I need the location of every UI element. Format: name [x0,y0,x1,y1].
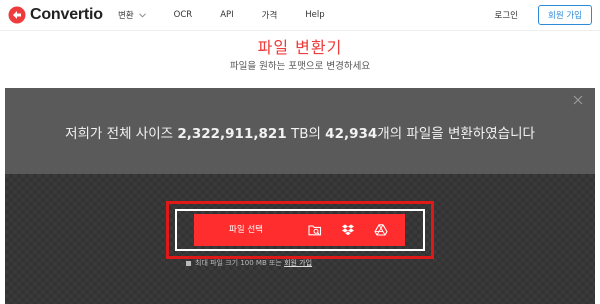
nav-item-label: API [220,10,234,20]
convertio-logo-icon [8,6,26,24]
choose-files-label: 파일 선택 [229,225,263,235]
nav-item-convert[interactable]: 변환 [118,9,146,21]
upload-panel: 저희가 전체 사이즈 2,322,911,821 TB의 42,934개의 파일… [5,88,595,304]
top-navbar: Convertio 변환 OCR API 가격 Help 로그인 회원 가입 [0,0,600,31]
nav-item-ocr[interactable]: OCR [174,10,193,20]
stats-size-unit: TB의 [286,126,326,142]
signup-link[interactable]: 회원 가입 [284,259,312,267]
conversion-stats: 저희가 전체 사이즈 2,322,911,821 TB의 42,934개의 파일… [5,122,595,142]
file-size-note-text: 최대 파일 크기 100 MB 또는 [195,259,285,267]
file-size-note: 최대 파일 크기 100 MB 또는 회원 가입 [186,258,312,268]
login-link[interactable]: 로그인 [495,9,518,21]
nav-item-label: Help [305,10,325,20]
close-icon[interactable] [573,95,583,105]
info-icon [186,260,191,266]
nav-item-label: 가격 [261,11,278,21]
dropbox-icon[interactable] [341,223,355,237]
folder-search-icon[interactable] [308,223,322,237]
chevron-down-icon [138,12,146,18]
main-menu: 변환 OCR API 가격 Help [118,0,353,30]
stats-suffix: 개의 파일을 변환하였습니다 [377,126,535,142]
nav-account: 로그인 회원 가입 [495,0,592,30]
nav-item-help[interactable]: Help [305,10,324,20]
nav-item-api[interactable]: API [220,10,233,20]
nav-item-label: OCR [173,10,193,20]
page-title: 파일 변환기 [257,38,343,57]
stats-prefix: 저희가 전체 사이즈 [65,126,178,142]
google-drive-icon[interactable] [374,223,388,237]
stats-total-size: 2,322,911,821 [177,126,287,142]
page-subtitle: 파일을 원하는 포맷으로 변경하세요 [229,61,371,72]
nav-item-label: 변환 [118,11,134,21]
nav-item-pricing[interactable]: 가격 [262,9,278,21]
choose-files-button[interactable]: 파일 선택 [194,214,405,246]
brand-name: Convertio [30,6,103,23]
convertio-logo[interactable]: Convertio [8,5,103,25]
stats-file-count: 42,934 [325,126,378,142]
signup-button[interactable]: 회원 가입 [538,5,592,25]
